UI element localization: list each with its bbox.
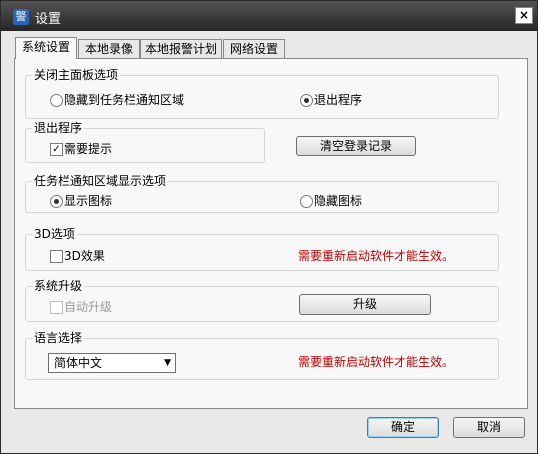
title-bar[interactable]: 警 设置 × — [1, 1, 537, 31]
upgrade-button[interactable]: 升级 — [299, 294, 431, 315]
tab-local-recording[interactable]: 本地录像 — [78, 39, 140, 58]
tray-options-title: 任务栏通知区域显示选项 — [32, 174, 169, 188]
auto-upgrade-checkbox[interactable] — [50, 301, 63, 314]
radio-exit-program[interactable] — [300, 94, 313, 107]
radio-exit-program-label[interactable]: 退出程序 — [314, 93, 362, 107]
auto-upgrade-label[interactable]: 自动升级 — [64, 300, 112, 314]
exit-program-title: 退出程序 — [32, 121, 85, 135]
3d-options-group: 3D选项 3D效果 需要重新启动软件才能生效。 — [25, 227, 499, 271]
ok-button[interactable]: 确定 — [367, 417, 439, 438]
language-group: 语言选择 简体中文 ▼ 需要重新启动软件才能生效。 — [25, 331, 499, 380]
3d-effect-checkbox[interactable] — [50, 250, 63, 263]
language-select[interactable]: 简体中文 ▼ — [48, 353, 176, 373]
radio-hide-tray-icon[interactable] — [300, 195, 313, 208]
settings-panel: 关闭主面板选项 隐藏到任务栏通知区域 退出程序 退出程序 ✓ 需要提示 清空登录… — [14, 58, 528, 409]
exit-program-group: 退出程序 ✓ 需要提示 — [25, 121, 265, 163]
language-selected-value: 简体中文 — [54, 356, 103, 370]
language-restart-note: 需要重新启动软件才能生效。 — [298, 355, 455, 369]
3d-effect-label[interactable]: 3D效果 — [64, 249, 105, 263]
radio-hide-to-tray-label[interactable]: 隐藏到任务栏通知区域 — [64, 93, 184, 107]
3d-options-title: 3D选项 — [32, 227, 77, 241]
window-title: 设置 — [35, 12, 62, 27]
radio-show-tray-icon[interactable] — [50, 195, 63, 208]
clear-login-history-button[interactable]: 清空登录记录 — [296, 136, 416, 156]
language-title: 语言选择 — [32, 331, 85, 345]
system-upgrade-title: 系统升级 — [32, 279, 85, 293]
need-prompt-label[interactable]: 需要提示 — [64, 142, 112, 156]
3d-restart-note: 需要重新启动软件才能生效。 — [298, 249, 455, 263]
cancel-button[interactable]: 取消 — [453, 417, 525, 438]
tab-system-settings[interactable]: 系统设置 — [15, 37, 77, 59]
close-icon[interactable]: × — [515, 7, 533, 24]
need-prompt-checkbox[interactable]: ✓ — [50, 143, 63, 156]
tab-network-settings[interactable]: 网络设置 — [223, 39, 285, 58]
close-panel-group: 关闭主面板选项 隐藏到任务栏通知区域 退出程序 — [25, 68, 499, 119]
radio-hide-tray-icon-label[interactable]: 隐藏图标 — [314, 194, 362, 208]
close-panel-title: 关闭主面板选项 — [32, 68, 121, 82]
chevron-down-icon: ▼ — [164, 358, 171, 368]
settings-dialog: 警 设置 × 系统设置 本地录像 本地报警计划 网络设置 关闭主面板选项 隐藏到… — [0, 0, 538, 454]
radio-hide-to-tray[interactable] — [50, 94, 63, 107]
radio-show-tray-icon-label[interactable]: 显示图标 — [64, 194, 112, 208]
tray-options-group: 任务栏通知区域显示选项 显示图标 隐藏图标 — [25, 174, 499, 213]
app-icon: 警 — [13, 9, 29, 25]
tab-local-alarm-schedule[interactable]: 本地报警计划 — [140, 39, 222, 58]
